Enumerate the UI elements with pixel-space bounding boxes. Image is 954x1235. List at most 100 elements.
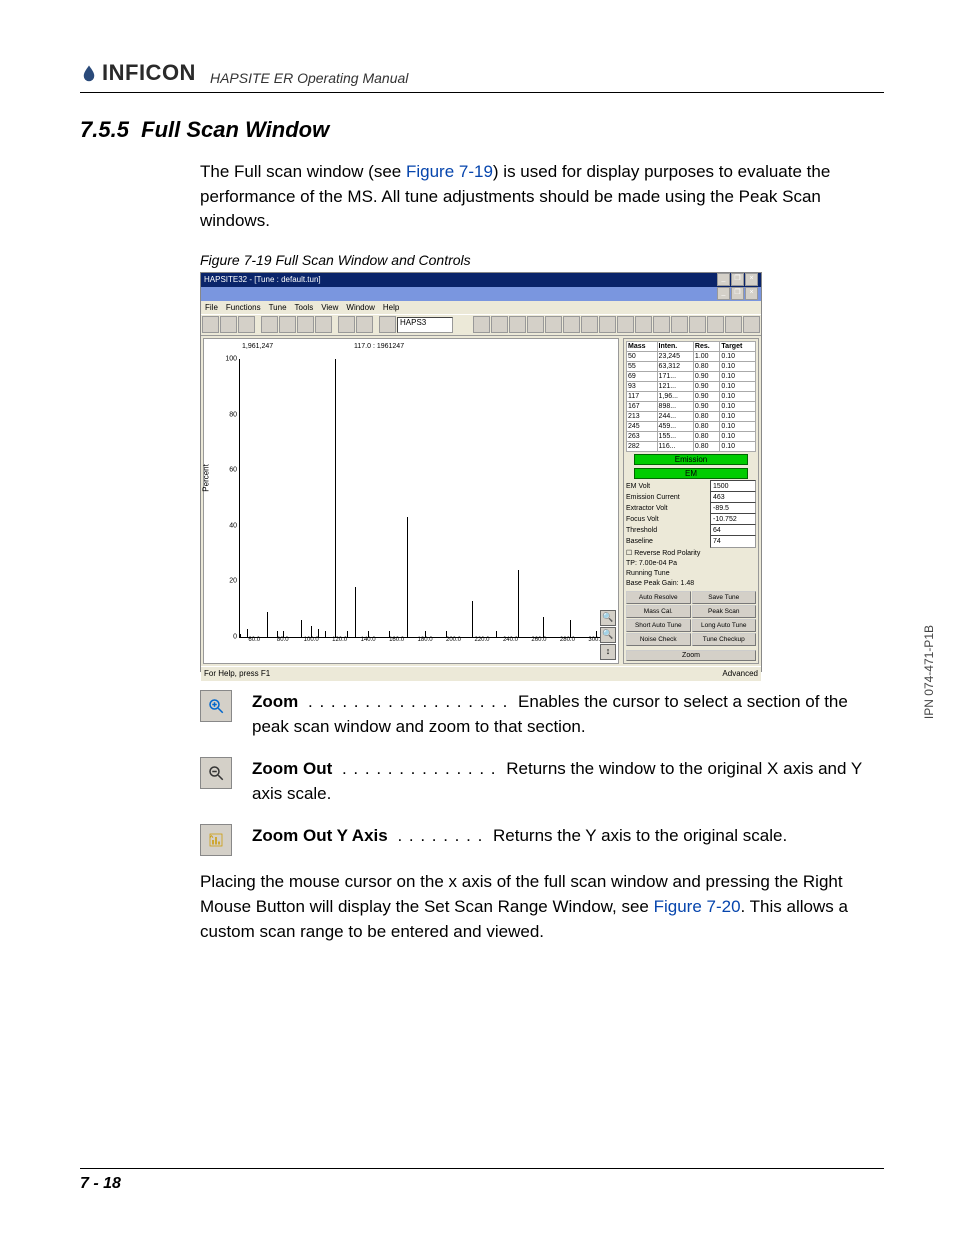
zoom-in-icon [200,690,232,722]
maximize-icon[interactable]: ❐ [731,287,744,300]
table-row[interactable]: 5023,2451.000.10 [627,351,756,361]
maximize-icon[interactable]: ❐ [731,273,744,286]
menu-file[interactable]: File [205,303,218,312]
table-row[interactable]: 282116...0.800.10 [627,441,756,451]
tune-action-button[interactable]: Tune Checkup [692,633,757,646]
close-icon[interactable]: × [745,287,758,300]
menu-functions[interactable]: Functions [226,303,261,312]
table-row[interactable]: 5563,3120.800.10 [627,361,756,371]
y-tick: 100 [225,355,240,362]
spectrum-peak [543,617,544,636]
table-row[interactable]: 93121...0.900.10 [627,381,756,391]
tune-action-button[interactable]: Auto Resolve [626,591,691,604]
em-button[interactable]: EM [634,468,748,479]
param-input[interactable] [710,535,756,548]
toolbar-button[interactable] [202,316,219,333]
toolbar-button[interactable] [509,316,526,333]
figure-xref[interactable]: Figure 7-20 [654,897,741,916]
toolbar-button[interactable] [379,316,396,333]
toolbar-button[interactable] [315,316,332,333]
toolbar-button[interactable] [725,316,742,333]
table-row[interactable]: 263155...0.800.10 [627,431,756,441]
tune-action-button[interactable]: Mass Cal. [626,605,691,618]
table-row[interactable]: 213244...0.800.10 [627,411,756,421]
toolbar-button[interactable] [491,316,508,333]
table-row[interactable]: 1171,96...0.900.10 [627,391,756,401]
toolbar-button[interactable] [707,316,724,333]
minimize-icon[interactable]: _ [717,287,730,300]
toolbar-button[interactable] [527,316,544,333]
screenshot-full-scan-window: HAPSITE32 - [Tune : default.tun] _ ❐ × _… [200,272,762,672]
toolbar-button[interactable] [279,316,296,333]
status-help: For Help, press F1 [204,669,270,678]
toolbar-button[interactable] [545,316,562,333]
section-heading: 7.5.5 Full Scan Window [80,117,884,143]
closing-paragraph: Placing the mouse cursor on the x axis o… [200,870,884,944]
menu-tune[interactable]: Tune [269,303,287,312]
spectrum-peak [472,601,473,637]
toolbar-button[interactable] [261,316,278,333]
menu-view[interactable]: View [321,303,338,312]
x-tick: 240.0 [503,637,518,643]
x-tick: 280.0 [560,637,575,643]
param-row: Baseline [626,536,756,547]
toolbar-button[interactable] [563,316,580,333]
toolbar-button[interactable] [238,316,255,333]
window-titlebar: HAPSITE32 - [Tune : default.tun] _ ❐ × [201,273,761,287]
page-header: INFICON HAPSITE ER Operating Manual [80,60,884,93]
tune-action-button[interactable]: Save Tune [692,591,757,604]
toolbar-button[interactable] [689,316,706,333]
tune-button-grid: Auto ResolveSave TuneMass Cal.Peak ScanS… [626,591,756,646]
running-tune-label: Running Tune [626,570,756,577]
tune-action-button[interactable]: Peak Scan [692,605,757,618]
toolbar-button[interactable] [338,316,355,333]
table-row[interactable]: 69171...0.900.10 [627,371,756,381]
tune-action-button[interactable]: Short Auto Tune [626,619,691,632]
toolbar-button[interactable] [297,316,314,333]
x-tick: 160.0 [389,637,404,643]
minimize-icon[interactable]: _ [717,273,730,286]
spectrum-peak [570,620,571,637]
table-row[interactable]: 245459...0.800.10 [627,421,756,431]
window-title: HAPSITE32 - [Tune : default.tun] [204,275,321,284]
zoom-in-icon[interactable]: 🔍 [600,610,616,626]
tune-action-button[interactable]: Noise Check [626,633,691,646]
toolbar-button[interactable] [671,316,688,333]
x-tick: 100.0 [304,637,319,643]
spectrum-peak [311,626,312,637]
x-tick: 220.0 [474,637,489,643]
figure-xref[interactable]: Figure 7-19 [406,162,493,181]
spectrum-chart[interactable]: 1,961,247 117.0 : 1961247 Percent 100806… [203,338,619,664]
toolbar-button[interactable] [653,316,670,333]
tune-action-button[interactable]: Long Auto Tune [692,619,757,632]
droplet-icon [80,64,98,82]
zoom-out-icon[interactable]: 🔍 [600,627,616,643]
running-title: HAPSITE ER Operating Manual [210,70,408,86]
toolbar-button[interactable] [473,316,490,333]
window-control-buttons: _ ❐ × [717,273,758,286]
zoom-y-icon[interactable]: ↕ [600,644,616,660]
toolbar-button[interactable] [617,316,634,333]
emission-button[interactable]: Emission [634,454,748,465]
toolbar-button[interactable] [599,316,616,333]
toolbar-button[interactable] [581,316,598,333]
close-icon[interactable]: × [745,273,758,286]
spectrum-peak [355,587,356,637]
zoom-definition: Zoom . . . . . . . . . . . . . . . . . .… [200,690,884,739]
menu-help[interactable]: Help [383,303,399,312]
toolbar-button[interactable] [635,316,652,333]
instrument-select[interactable]: HAPS3 [397,317,453,333]
polarity-checkbox[interactable]: ☐ Reverse Rod Polarity [626,549,756,557]
toolbar-button[interactable] [356,316,373,333]
toolbar-button[interactable] [220,316,237,333]
zoom-out-icon [200,757,232,789]
menu-tools[interactable]: Tools [295,303,314,312]
toolbar-button[interactable] [743,316,760,333]
y-max-label: 1,961,247 [242,343,273,350]
zoom-button[interactable]: Zoom [626,650,756,661]
y-axis-title: Percent [202,464,211,492]
table-row[interactable]: 167898...0.900.10 [627,401,756,411]
y-tick: 20 [229,578,240,585]
base-peak-label: 117.0 : 1961247 [354,343,404,350]
menu-window[interactable]: Window [346,303,374,312]
